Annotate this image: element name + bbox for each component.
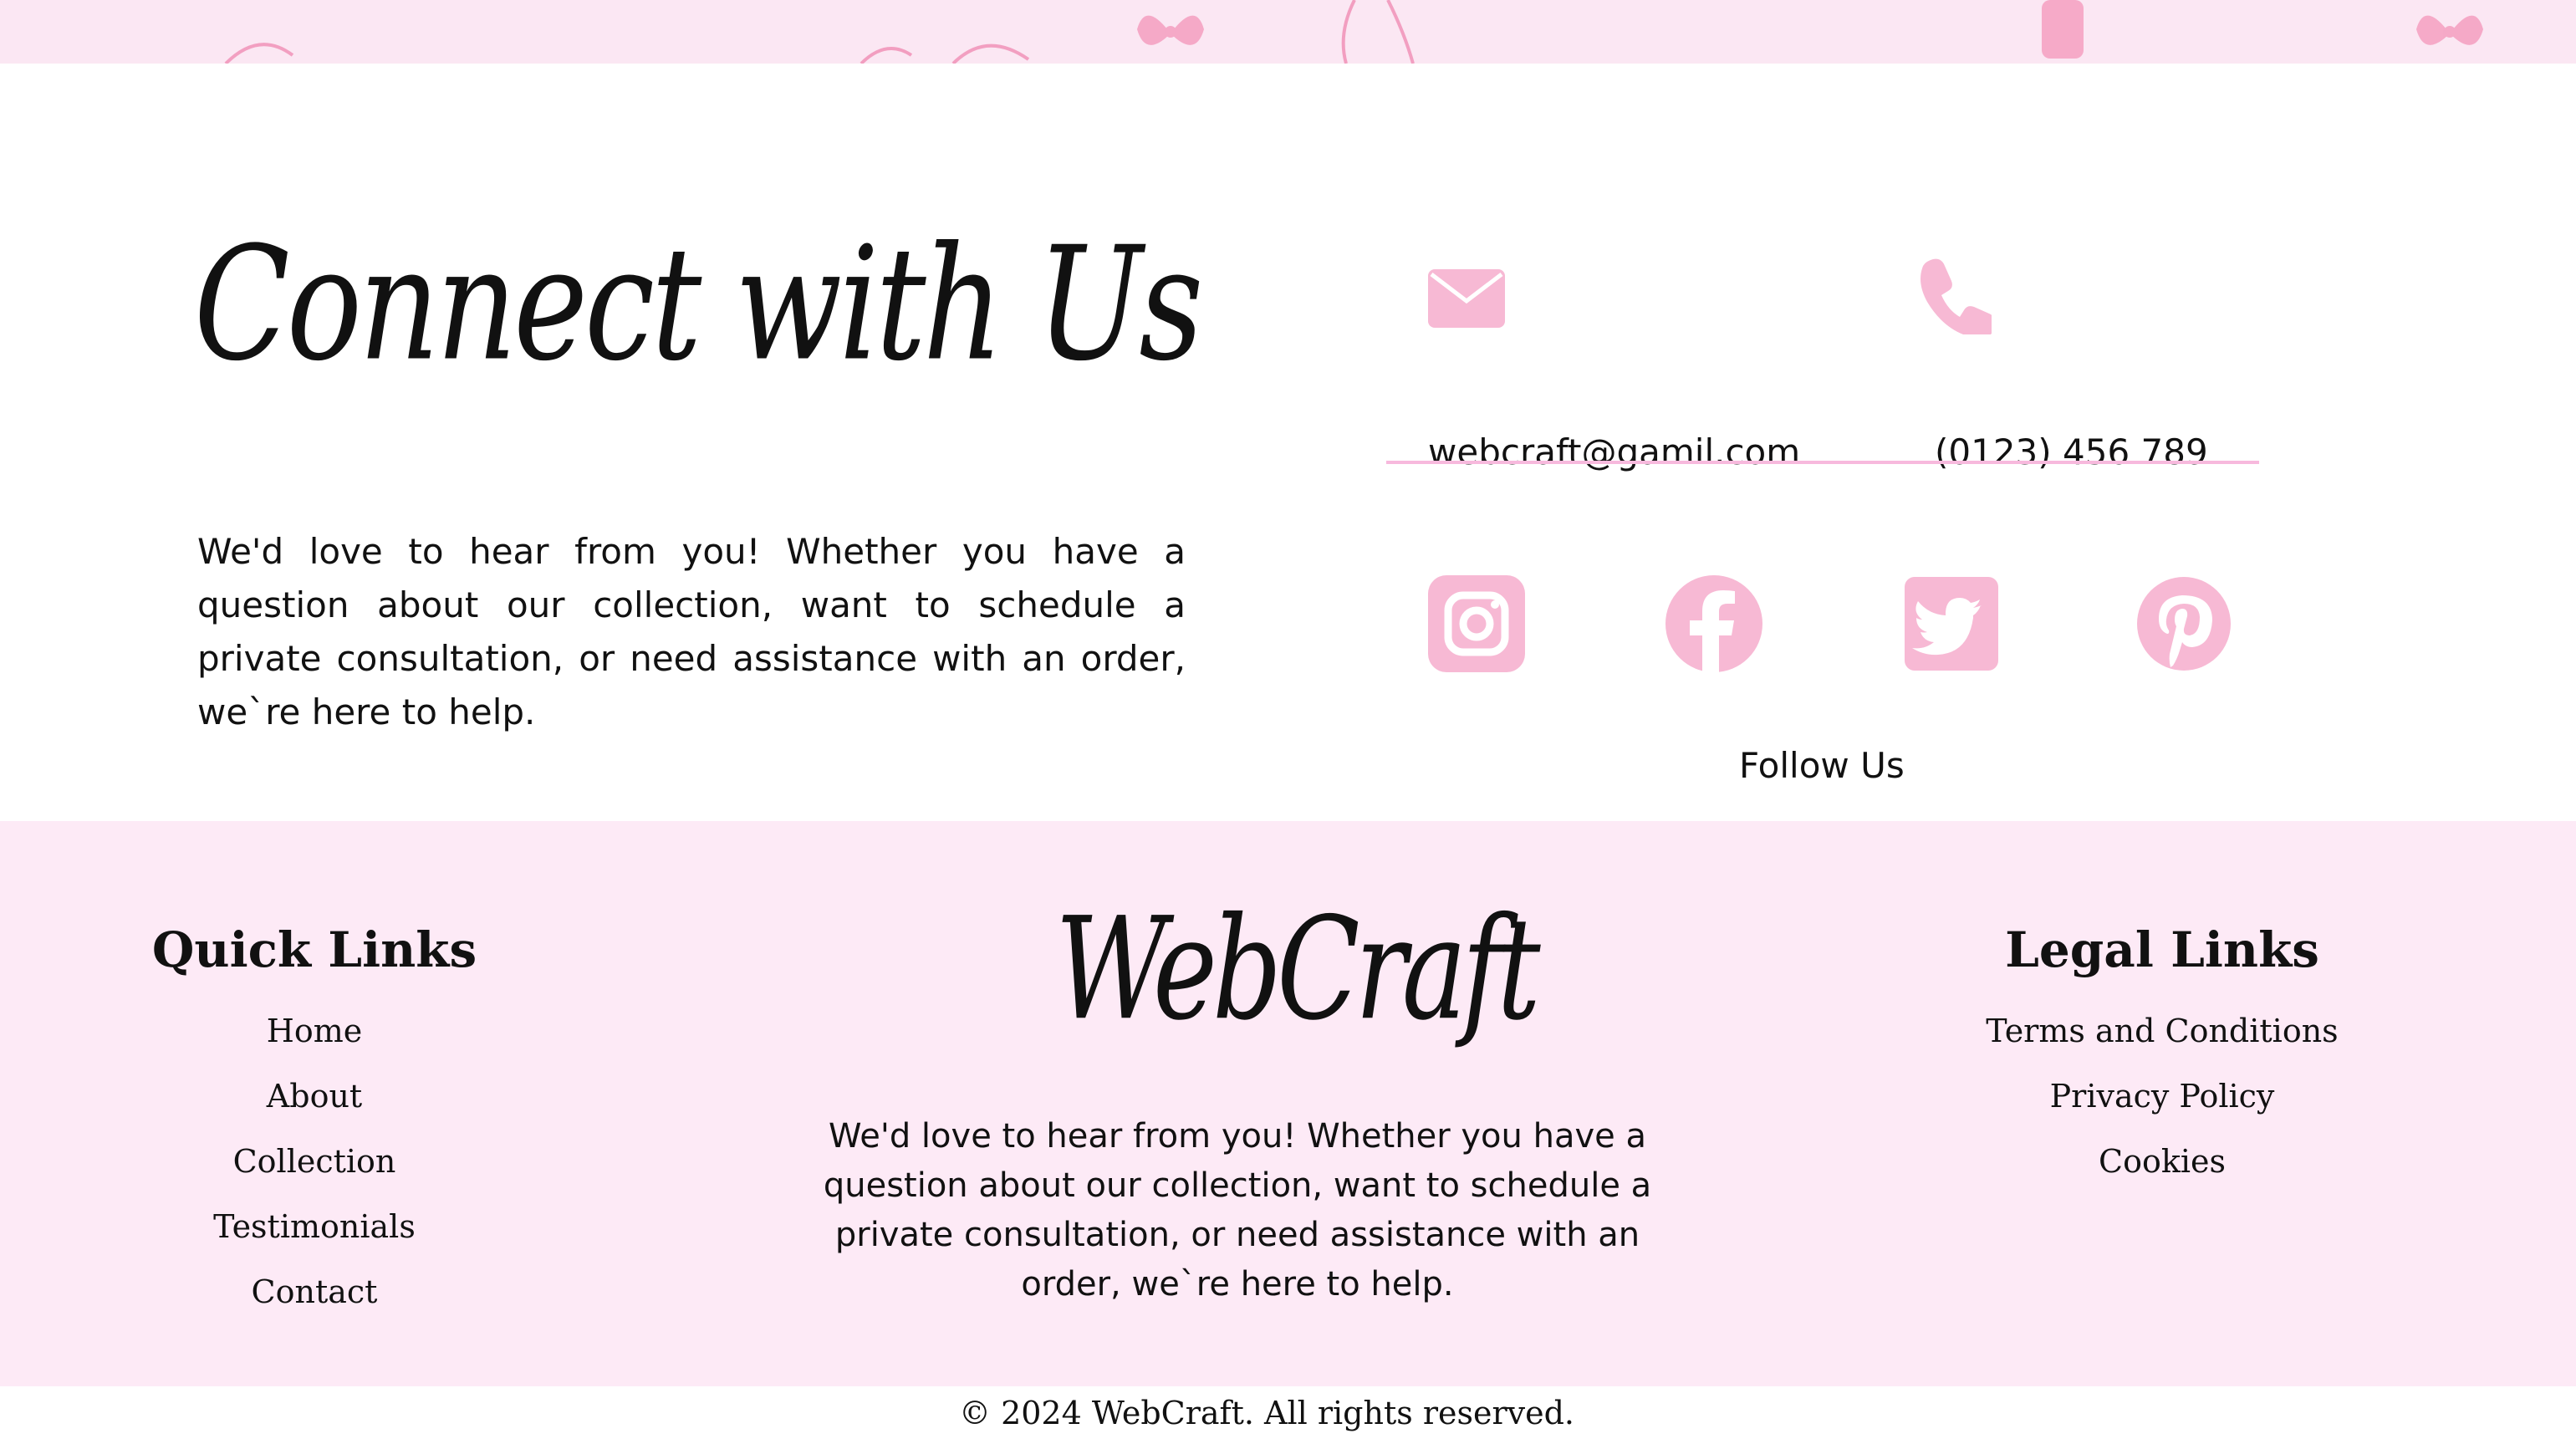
page: Connect with Us We'd love to hear from y… — [0, 0, 2576, 1449]
instagram-icon[interactable] — [1428, 575, 1525, 672]
footer-link-collection[interactable]: Collection — [134, 1129, 495, 1194]
footer-link-about[interactable]: About — [134, 1064, 495, 1129]
footer-link-terms[interactable]: Terms and Conditions — [1978, 998, 2346, 1064]
mail-icon[interactable] — [1426, 263, 1507, 343]
bow-pattern-image — [224, 0, 2483, 64]
legal-links-heading: Legal Links — [2005, 921, 2319, 978]
footer-link-cookies[interactable]: Cookies — [1978, 1129, 2346, 1194]
footer: Quick Links Home About Collection Testim… — [0, 821, 2576, 1386]
facebook-icon[interactable] — [1665, 575, 1762, 672]
quick-links-heading: Quick Links — [151, 921, 477, 978]
pinterest-icon[interactable] — [2135, 575, 2232, 672]
phone-icon[interactable] — [1911, 254, 1992, 334]
decorative-bow-banner — [0, 0, 2576, 64]
footer-link-home[interactable]: Home — [134, 998, 495, 1064]
follow-us-label: Follow Us — [1739, 745, 1905, 786]
copyright-text: © 2024 WebCraft. All rights reserved. — [959, 1395, 1574, 1431]
connect-section: Connect with Us We'd love to hear from y… — [0, 64, 2576, 821]
footer-link-privacy[interactable]: Privacy Policy — [1978, 1064, 2346, 1129]
brand-logo[interactable]: WebCraft — [1055, 886, 1541, 1052]
email-address[interactable]: webcraft@gamil.com — [1428, 431, 1800, 472]
copyright-bar: © 2024 WebCraft. All rights reserved. — [0, 1386, 2576, 1449]
footer-link-testimonials[interactable]: Testimonials — [134, 1194, 495, 1259]
twitter-icon[interactable] — [1903, 575, 2000, 672]
footer-description: We'd love to hear from you! Whether you … — [823, 1117, 1652, 1304]
legal-links-list: Terms and Conditions Privacy Policy Cook… — [1978, 998, 2346, 1194]
quick-links-list: Home About Collection Testimonials Conta… — [134, 998, 495, 1324]
footer-link-contact[interactable]: Contact — [134, 1259, 495, 1324]
phone-number[interactable]: (0123) 456 789 — [1935, 431, 2208, 472]
divider — [1386, 461, 2259, 464]
connect-title: Connect with Us — [194, 214, 1203, 396]
connect-description: We'd love to hear from you! Whether you … — [197, 531, 1186, 732]
